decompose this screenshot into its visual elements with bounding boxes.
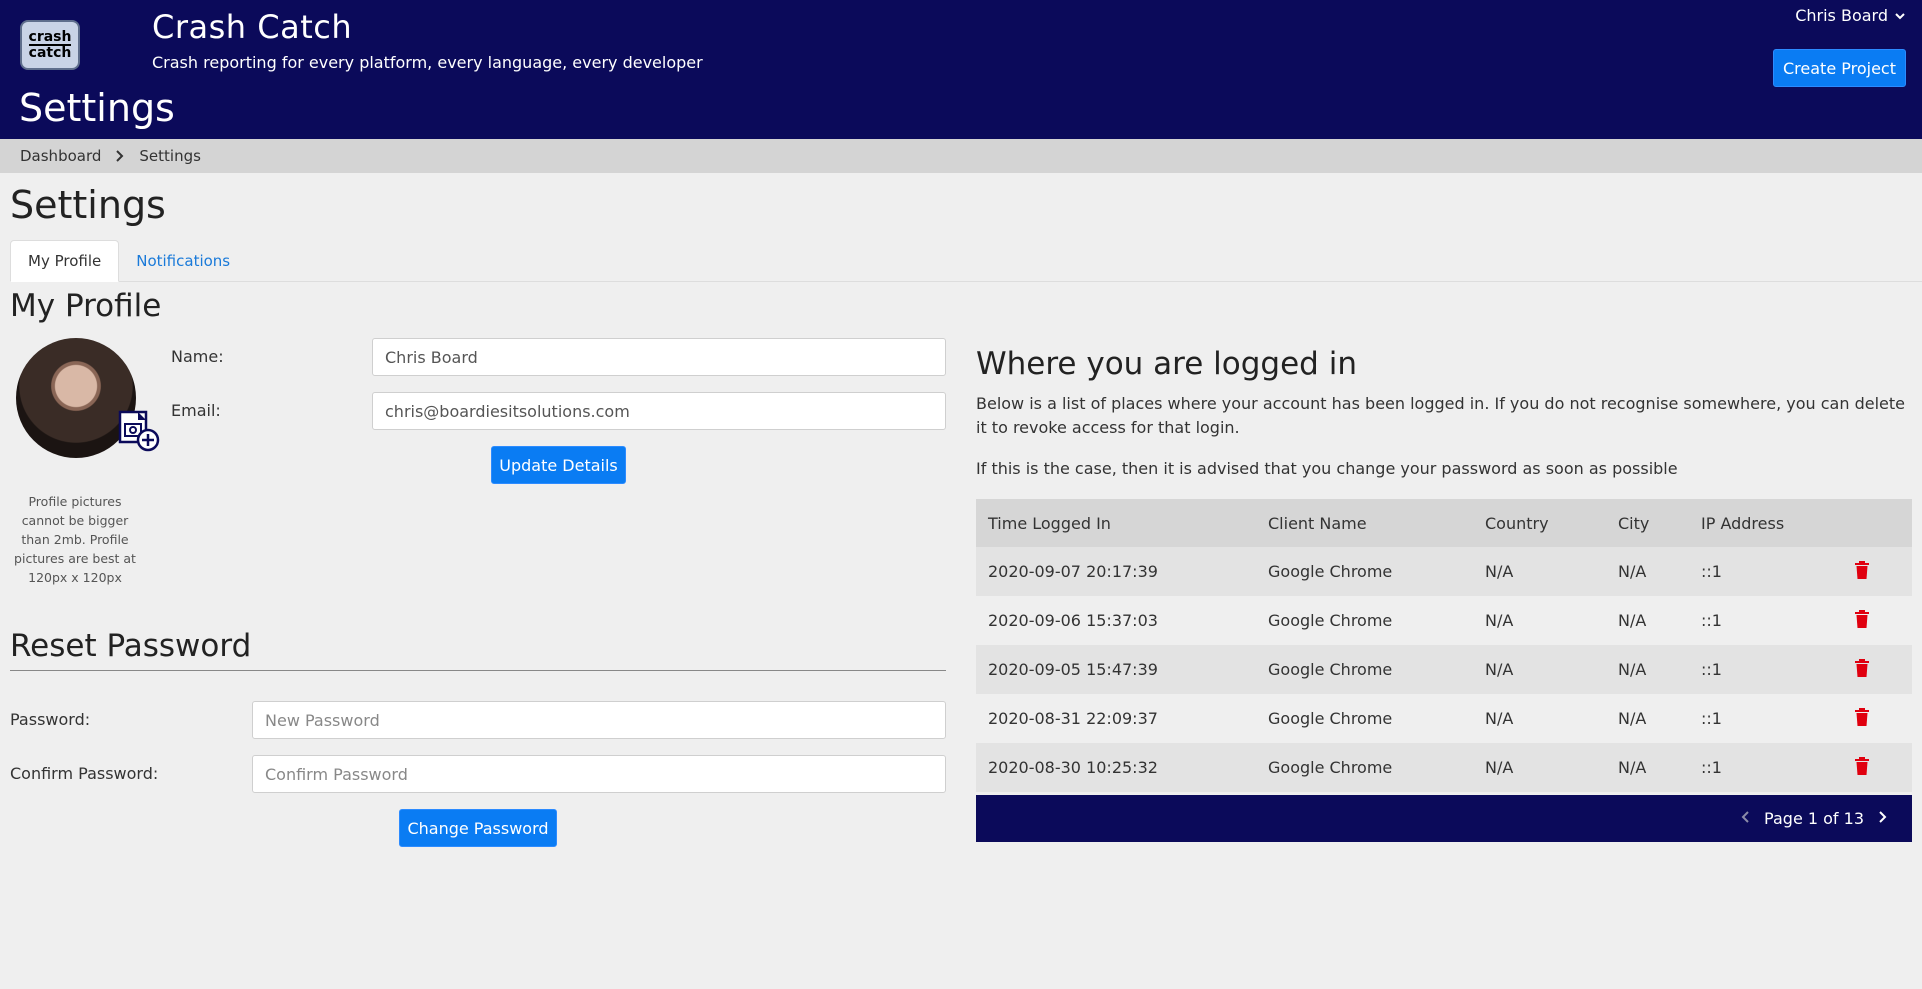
cell-ip: ::1 <box>1689 743 1842 792</box>
chevron-right-icon[interactable] <box>1878 808 1888 829</box>
name-field[interactable] <box>372 338 946 376</box>
cell-delete <box>1842 645 1912 694</box>
cell-delete <box>1842 547 1912 596</box>
section-divider <box>10 670 946 671</box>
column-header-actions <box>1842 499 1912 547</box>
chevron-left-icon[interactable] <box>1740 808 1750 829</box>
cell-country: N/A <box>1473 694 1606 743</box>
cell-ip: ::1 <box>1689 547 1842 596</box>
reset-password-title: Reset Password <box>10 628 252 664</box>
settings-tabs: My Profile Notifications <box>10 240 1922 282</box>
cell-client: Google Chrome <box>1256 596 1473 645</box>
tab-notifications[interactable]: Notifications <box>119 240 247 282</box>
avatar-note: Profile pictures cannot be bigger than 2… <box>14 494 136 585</box>
table-header-row: Time Logged In Client Name Country City … <box>976 499 1912 547</box>
confirm-password-field[interactable] <box>252 755 946 793</box>
cell-city: N/A <box>1606 743 1689 792</box>
tab-my-profile[interactable]: My Profile <box>10 240 120 282</box>
column-header: Time Logged In <box>976 499 1256 547</box>
page-heading: Settings <box>19 86 175 130</box>
pagination-bar: Page 1 of 13 <box>976 795 1912 842</box>
update-details-button[interactable]: Update Details <box>491 446 626 484</box>
logged-in-description: Below is a list of places where your acc… <box>976 394 1905 437</box>
password-label: Password: <box>10 710 91 729</box>
cell-client: Google Chrome <box>1256 645 1473 694</box>
column-header: City <box>1606 499 1689 547</box>
user-name: Chris Board <box>1795 6 1888 25</box>
cell-country: N/A <box>1473 645 1606 694</box>
cell-time: 2020-09-06 15:37:03 <box>976 596 1256 645</box>
email-label: Email: <box>171 401 221 420</box>
trash-icon[interactable] <box>1854 609 1870 628</box>
logo-text-top: crash <box>28 29 72 46</box>
trash-icon[interactable] <box>1854 756 1870 775</box>
cell-client: Google Chrome <box>1256 547 1473 596</box>
create-project-button[interactable]: Create Project <box>1773 49 1906 87</box>
cell-time: 2020-09-05 15:47:39 <box>976 645 1256 694</box>
cell-country: N/A <box>1473 596 1606 645</box>
cell-client: Google Chrome <box>1256 694 1473 743</box>
cell-ip: ::1 <box>1689 694 1842 743</box>
logged-in-advice: If this is the case, then it is advised … <box>976 459 1678 478</box>
cell-time: 2020-09-07 20:17:39 <box>976 547 1256 596</box>
cell-time: 2020-08-30 10:25:32 <box>976 743 1256 792</box>
name-label: Name: <box>171 347 224 366</box>
logged-in-title: Where you are logged in <box>976 346 1357 382</box>
cell-delete <box>1842 694 1912 743</box>
trash-icon[interactable] <box>1854 560 1870 579</box>
app-header: crash catch Crash Catch Crash reporting … <box>0 0 1922 139</box>
column-header: Client Name <box>1256 499 1473 547</box>
confirm-password-label: Confirm Password: <box>10 764 159 783</box>
my-profile-title: My Profile <box>10 288 162 324</box>
trash-icon[interactable] <box>1854 707 1870 726</box>
cell-ip: ::1 <box>1689 596 1842 645</box>
table-row: 2020-09-07 20:17:39 Google Chrome N/A N/… <box>976 547 1912 596</box>
cell-ip: ::1 <box>1689 645 1842 694</box>
breadcrumb-item-settings: Settings <box>139 147 201 165</box>
table-row: 2020-08-31 22:09:37 Google Chrome N/A N/… <box>976 694 1912 743</box>
settings-title: Settings <box>10 183 166 227</box>
column-header: IP Address <box>1689 499 1842 547</box>
column-header: Country <box>1473 499 1606 547</box>
table-row: 2020-08-30 10:25:32 Google Chrome N/A N/… <box>976 743 1912 792</box>
app-tagline: Crash reporting for every platform, ever… <box>152 53 703 72</box>
change-password-button[interactable]: Change Password <box>399 809 557 847</box>
new-password-field[interactable] <box>252 701 946 739</box>
cell-city: N/A <box>1606 596 1689 645</box>
trash-icon[interactable] <box>1854 658 1870 677</box>
app-logo[interactable]: crash catch <box>20 20 80 70</box>
logo-text-bottom: catch <box>28 45 72 61</box>
breadcrumb: Dashboard Settings <box>0 139 1922 173</box>
upload-image-icon[interactable] <box>118 410 160 452</box>
cell-city: N/A <box>1606 547 1689 596</box>
cell-city: N/A <box>1606 645 1689 694</box>
cell-delete <box>1842 596 1912 645</box>
cell-country: N/A <box>1473 547 1606 596</box>
chevron-right-icon <box>116 150 124 162</box>
table-row: 2020-09-06 15:37:03 Google Chrome N/A N/… <box>976 596 1912 645</box>
breadcrumb-item-dashboard[interactable]: Dashboard <box>20 147 101 165</box>
email-field[interactable] <box>372 392 946 430</box>
cell-delete <box>1842 743 1912 792</box>
cell-city: N/A <box>1606 694 1689 743</box>
chevron-down-icon <box>1895 12 1905 19</box>
cell-client: Google Chrome <box>1256 743 1473 792</box>
cell-country: N/A <box>1473 743 1606 792</box>
cell-time: 2020-08-31 22:09:37 <box>976 694 1256 743</box>
app-title: Crash Catch <box>152 8 353 46</box>
user-menu[interactable]: Chris Board <box>1795 6 1906 25</box>
table-row: 2020-09-05 15:47:39 Google Chrome N/A N/… <box>976 645 1912 694</box>
sessions-table: Time Logged In Client Name Country City … <box>976 499 1912 792</box>
page-indicator: Page 1 of 13 <box>1764 809 1864 828</box>
